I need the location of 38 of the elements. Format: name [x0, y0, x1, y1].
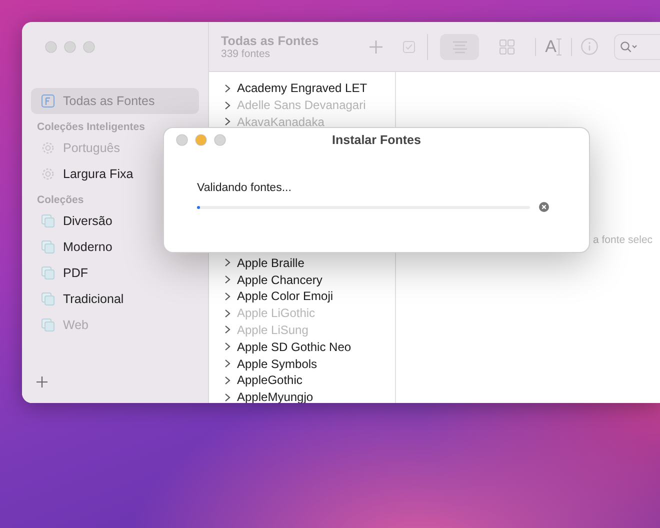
font-count: 339 fontes — [221, 48, 272, 60]
sidebar-item[interactable]: PDF — [31, 260, 199, 286]
search-icon — [620, 40, 638, 52]
section-header: Coleções — [37, 194, 85, 206]
stack-icon — [41, 318, 55, 332]
search-field[interactable] — [614, 34, 660, 60]
info-icon — [581, 38, 598, 55]
list-view-button[interactable] — [440, 34, 480, 60]
gear-icon — [41, 141, 55, 155]
cursor-icon — [556, 38, 562, 56]
plus-icon — [369, 40, 384, 54]
plus-icon — [36, 376, 48, 388]
status-text: Validando fontes... — [197, 182, 292, 194]
font-row[interactable]: Apple Braille — [209, 254, 395, 272]
empty-message: a fonte selec — [593, 234, 653, 246]
sidebar-item[interactable]: Diversão — [31, 208, 199, 234]
checkbox-icon — [403, 40, 416, 52]
stack-icon — [41, 292, 55, 306]
font-row[interactable]: Academy Engraved LET — [209, 80, 395, 97]
sidebar-item[interactable]: Tradicional — [31, 286, 199, 312]
sidebar-item[interactable]: Moderno — [31, 234, 199, 260]
window-controls-icon — [176, 134, 226, 146]
gear-icon — [41, 167, 55, 181]
grid-icon — [498, 38, 515, 54]
stack-icon — [41, 240, 55, 254]
window-controls-icon — [45, 41, 95, 53]
section-header: Coleções Inteligentes — [37, 121, 146, 133]
font-row[interactable]: Apple Chancery — [209, 271, 395, 288]
cancel-icon[interactable] — [539, 202, 549, 212]
stack-icon — [41, 214, 55, 228]
dialog-title: Instalar Fontes — [332, 133, 421, 147]
font-row[interactable]: Apple Symbols — [209, 355, 395, 372]
font-row[interactable]: AppleGothic — [209, 372, 395, 389]
stack-icon — [41, 266, 55, 280]
font-row[interactable]: Apple SD Gothic Neo — [209, 338, 395, 356]
font-file-icon — [41, 94, 55, 108]
window-title: Todas as Fontes — [221, 34, 320, 48]
font-row[interactable]: Apple Color Emoji — [209, 288, 395, 305]
